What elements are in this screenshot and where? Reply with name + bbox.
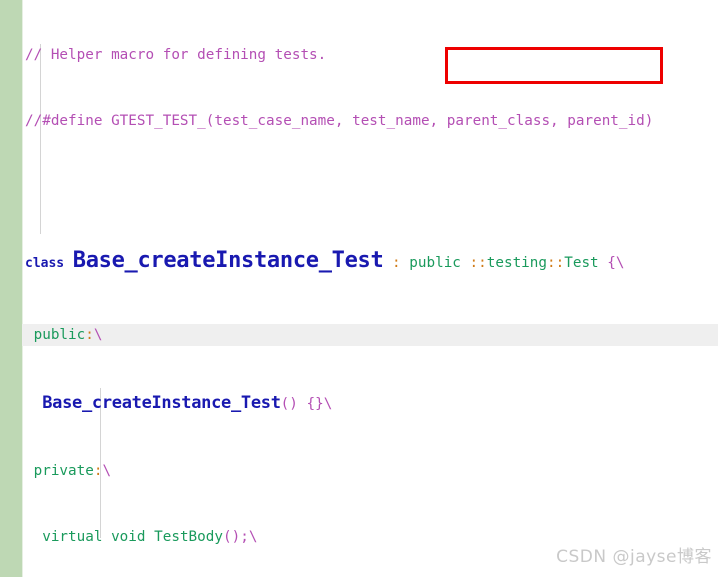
code-line-2: //#define GTEST_TEST_(test_case_name, te… — [22, 110, 718, 132]
code-token: // Helper macro for defining tests. — [25, 47, 327, 63]
code-token: \ — [248, 529, 258, 545]
code-token: : — [85, 327, 94, 343]
code-token: :: — [547, 255, 565, 271]
code-token: Test — [564, 255, 599, 271]
code-token: class — [25, 256, 65, 271]
code-token: TestBody — [154, 529, 223, 545]
code-token: Base_createInstance_Test — [72, 248, 384, 273]
code-token: virtual void — [42, 529, 146, 545]
code-token: :: — [469, 255, 487, 271]
code-token: private — [33, 463, 94, 479]
code-line-1: // Helper macro for defining tests. — [22, 44, 718, 66]
code-token: public — [33, 327, 86, 343]
code-token: \ — [102, 463, 112, 479]
code-token: //#define GTEST_TEST_(test_case_name, te… — [25, 113, 654, 129]
editor-gutter-strip — [0, 0, 22, 577]
code-line-6: Base_createInstance_Test() {}\ — [22, 390, 718, 416]
code-line-4: class Base_createInstance_Test : public … — [22, 242, 718, 280]
code-line-7: private:\ — [22, 460, 718, 482]
code-token: { — [598, 255, 616, 271]
code-token: Base_createInstance_Test — [42, 393, 281, 413]
code-token: public — [409, 255, 461, 271]
csdn-watermark: CSDN @jayse博客 — [556, 547, 712, 567]
code-token: (); — [223, 529, 249, 545]
code-editor-view[interactable]: // Helper macro for defining tests. //#d… — [0, 0, 718, 577]
code-line-5: public:\ — [22, 324, 718, 346]
code-token: () {}\ — [280, 396, 333, 412]
code-token: \ — [93, 327, 103, 343]
code-token: testing — [486, 255, 548, 271]
code-token: : — [392, 255, 401, 271]
code-token: \ — [615, 255, 625, 271]
code-content[interactable]: // Helper macro for defining tests. //#d… — [22, 0, 718, 577]
